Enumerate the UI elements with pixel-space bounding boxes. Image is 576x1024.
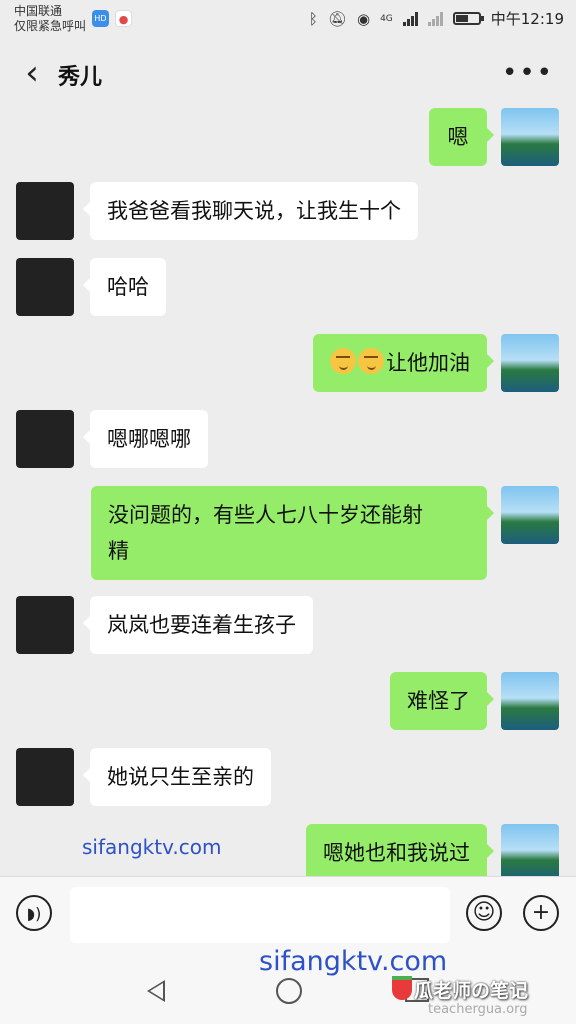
contact-avatar[interactable] [16, 596, 74, 654]
carrier-name: 中国联通 [14, 4, 63, 18]
carrier-info: 中国联通 仅限紧急呼叫 [14, 4, 86, 34]
message-bubble-outgoing[interactable]: 没问题的，有些人七八十岁还能射 精 [91, 486, 494, 580]
network-type: 4G [380, 13, 393, 24]
location-icon: ● [115, 10, 132, 27]
watermark-text-large: sifangktv.com [259, 946, 448, 977]
message-input[interactable] [70, 887, 450, 943]
smiley-icon: ☺ [472, 900, 496, 925]
contact-avatar[interactable] [16, 748, 74, 806]
more-functions-button[interactable]: + [523, 895, 559, 931]
voice-icon: ◗) [26, 904, 42, 923]
nav-home-icon[interactable] [276, 978, 302, 1004]
emoji-button[interactable]: ☺ [466, 895, 502, 931]
chat-header: ‹ 秀儿 ••• [0, 40, 576, 108]
message-list[interactable]: 嗯 我爸爸看我聊天说，让我生十个 哈哈 让他加油 嗯哪嗯哪 没问题的，有些人七八… [0, 108, 576, 876]
message-bubble-incoming[interactable]: 哈哈 [83, 258, 166, 316]
signal-icon-2 [427, 11, 443, 26]
chat-title: 秀儿 [58, 65, 103, 90]
my-avatar[interactable] [501, 334, 559, 392]
my-avatar[interactable] [501, 824, 559, 876]
battery-icon [452, 12, 484, 25]
voice-input-button[interactable]: ◗) [16, 895, 52, 931]
my-avatar[interactable] [501, 108, 559, 166]
clock: 中午12:19 [490, 10, 564, 28]
nav-back-icon[interactable] [147, 980, 165, 1002]
more-options-button[interactable]: ••• [502, 60, 554, 86]
my-avatar[interactable] [501, 672, 559, 730]
plus-icon: + [531, 900, 551, 925]
message-text-line: 没问题的，有些人七八十岁还能射 [108, 503, 423, 527]
message-text: 让他加油 [386, 351, 470, 375]
brand-watermark-url: teachergua.org [428, 1002, 528, 1017]
brand-watermark-text: 瓜老师の笔记 [414, 980, 529, 1002]
message-bubble-outgoing[interactable]: 难怪了 [390, 672, 494, 730]
message-bubble-outgoing[interactable]: 让他加油 [313, 334, 494, 392]
contact-avatar[interactable] [16, 410, 74, 468]
status-bar: 中国联通 仅限紧急呼叫 HD ● ᛒ 🔕︎ ◉ 4G 中午12:19 [0, 0, 576, 40]
system-nav-bar: sifangktv.com 瓜老师の笔记 teachergua.org [0, 946, 576, 1024]
joy-emoji-icon [358, 348, 384, 374]
joy-emoji-icon [330, 348, 356, 374]
mute-icon: 🔕︎ [327, 9, 347, 28]
message-bubble-incoming[interactable]: 我爸爸看我聊天说，让我生十个 [83, 182, 418, 240]
eye-icon: ◉ [356, 9, 371, 28]
input-bar: ◗) ☺ + [0, 876, 576, 957]
hd-voice-icon: HD [92, 10, 109, 27]
message-bubble-incoming[interactable]: 嗯哪嗯哪 [83, 410, 208, 468]
message-bubble-outgoing[interactable]: 嗯她也和我说过 [306, 824, 494, 876]
bluetooth-icon: ᛒ [308, 9, 318, 28]
brand-watermark: 瓜老师の笔记 [392, 976, 528, 1003]
contact-avatar[interactable] [16, 182, 74, 240]
message-bubble-incoming[interactable]: 岚岚也要连着生孩子 [83, 596, 313, 654]
my-avatar[interactable] [501, 486, 559, 544]
back-button[interactable]: ‹ [14, 54, 50, 94]
message-bubble-incoming[interactable]: 她说只生至亲的 [83, 748, 271, 806]
message-text-line: 精 [108, 539, 129, 563]
carrier-status: 仅限紧急呼叫 [14, 19, 87, 33]
signal-icon [402, 11, 418, 26]
watermelon-icon [392, 976, 412, 1000]
watermark-text: sifangktv.com [82, 835, 222, 859]
message-bubble-outgoing[interactable]: 嗯 [429, 108, 494, 166]
contact-avatar[interactable] [16, 258, 74, 316]
